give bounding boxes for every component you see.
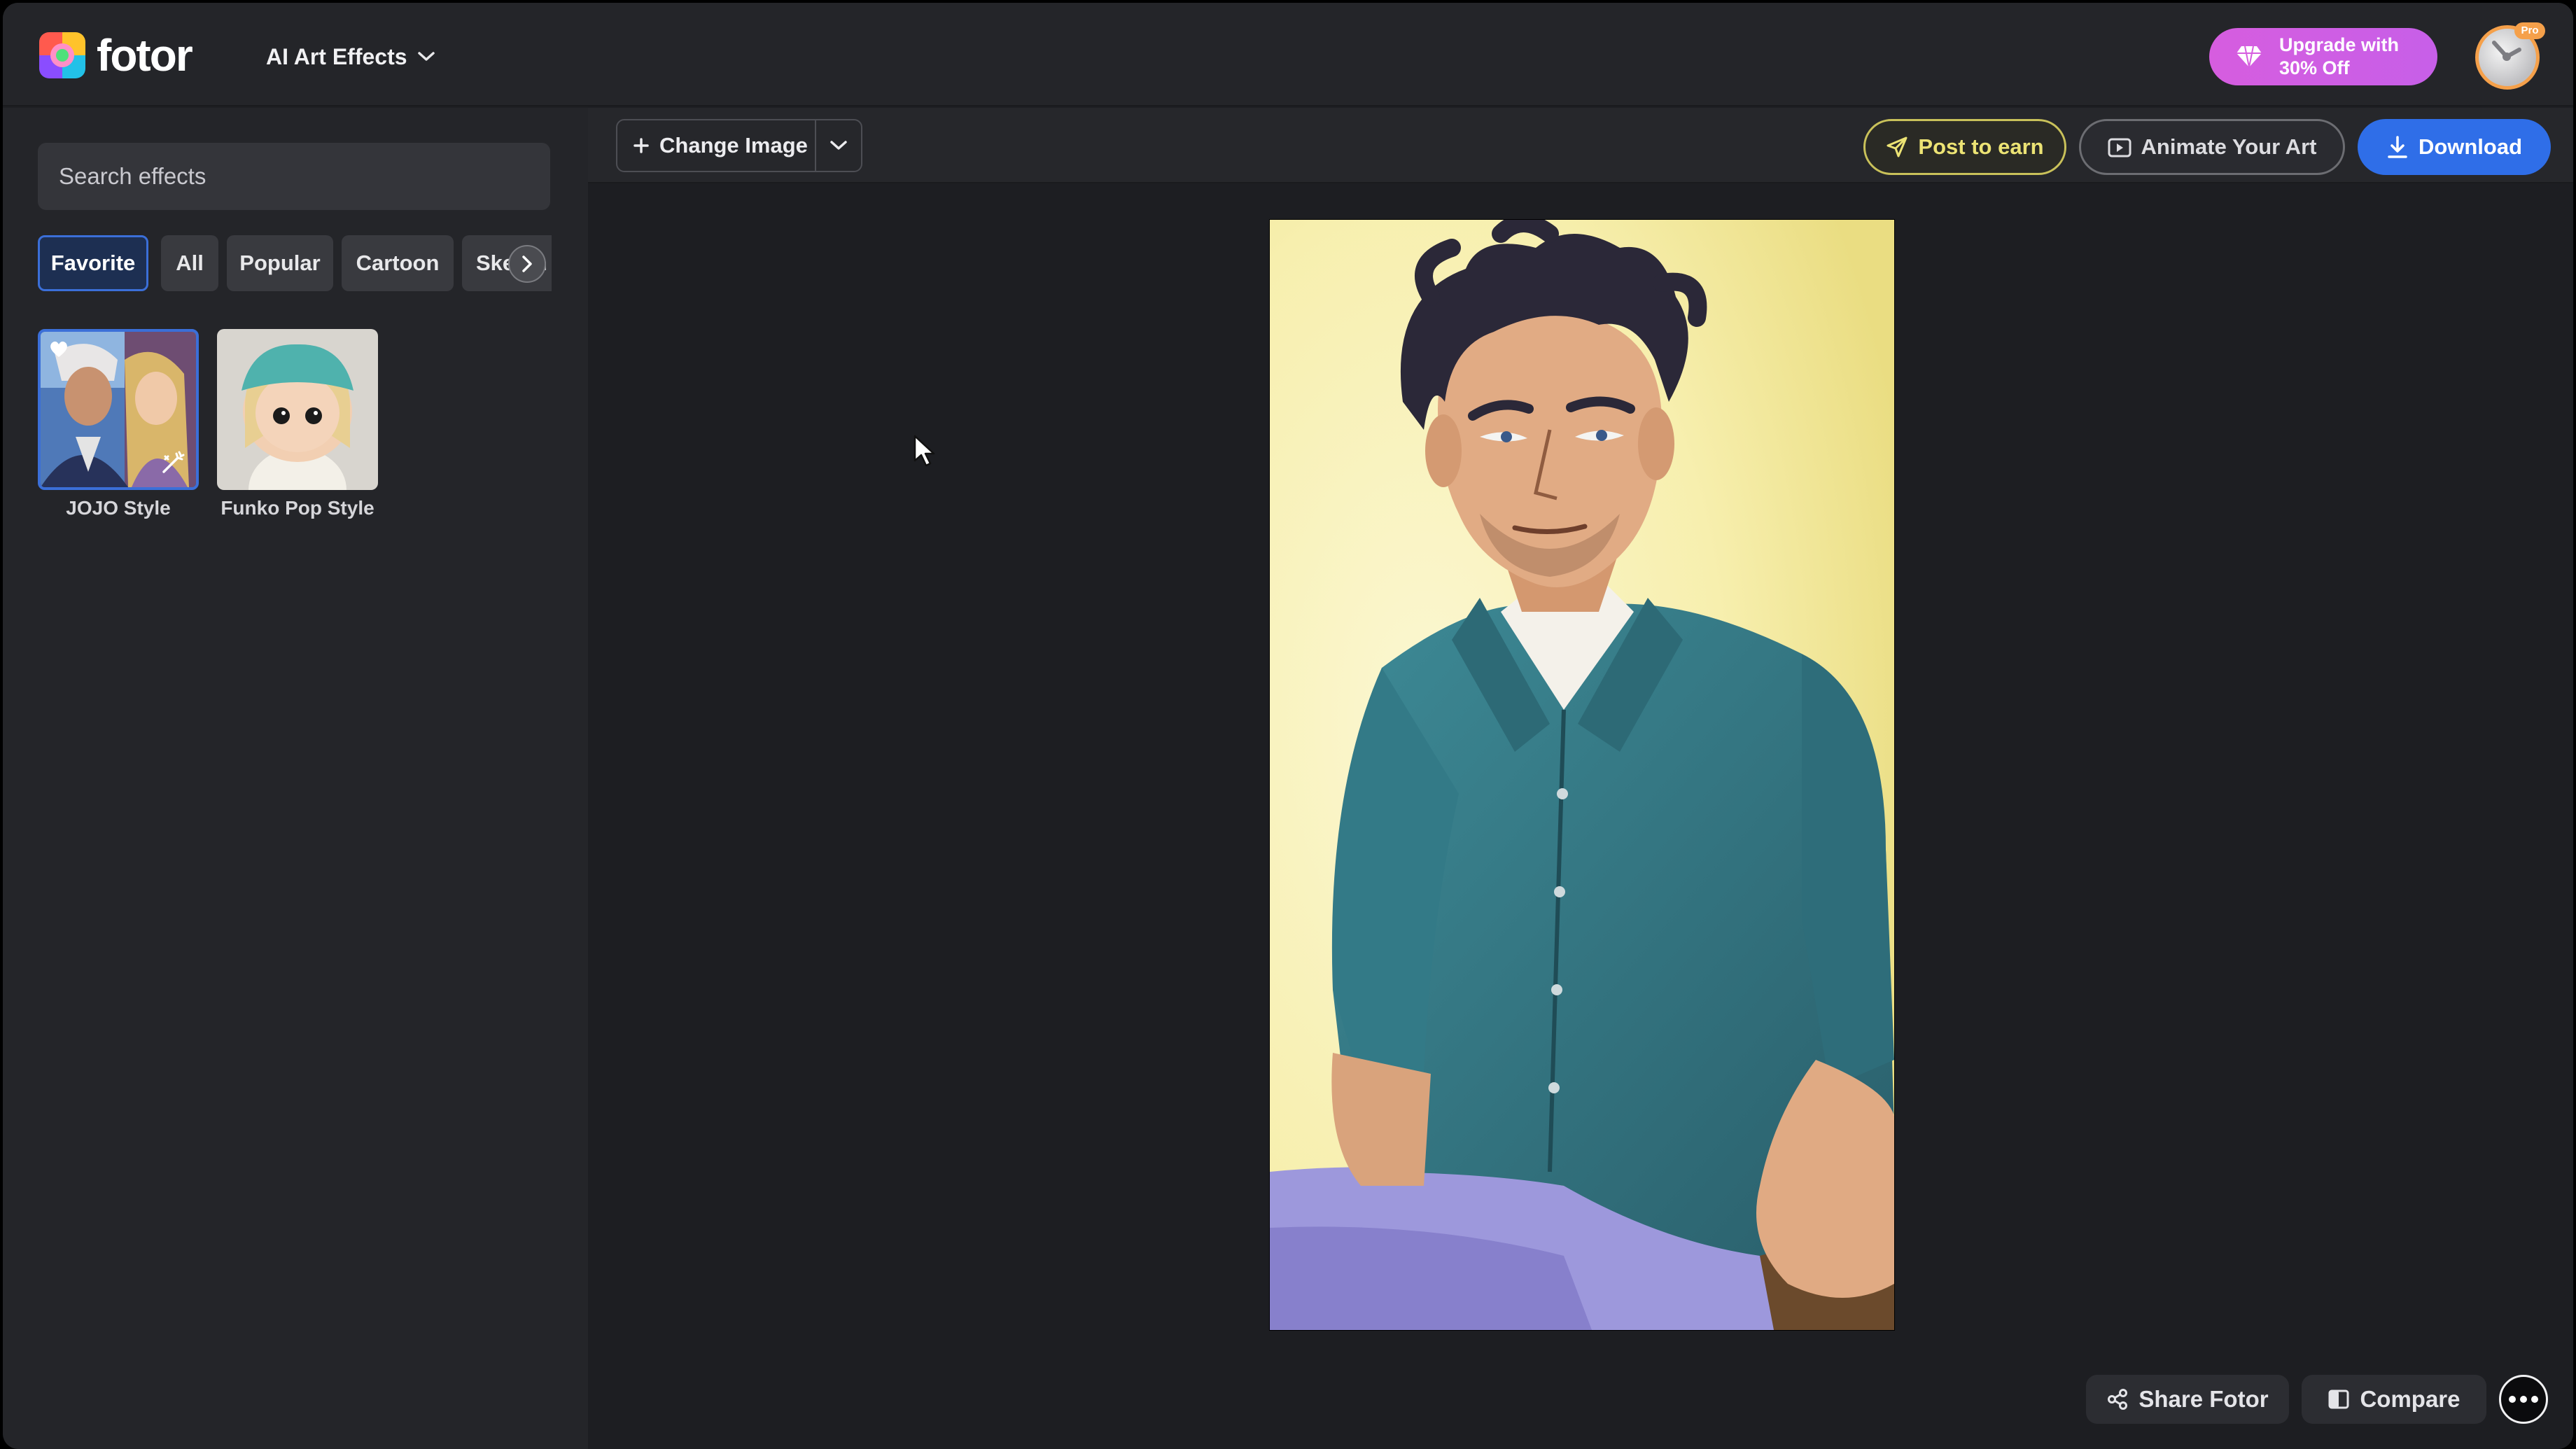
chevron-down-icon <box>417 52 435 61</box>
plus-icon <box>634 138 649 153</box>
upgrade-text: Upgrade with 30% Off <box>2279 34 2399 80</box>
animate-label: Animate Your Art <box>2141 134 2317 159</box>
editor-toolbar: Change Image Post to earn Animate Your A… <box>588 108 2573 183</box>
tab-all[interactable]: All <box>161 235 218 291</box>
effect-name: JOJO Style <box>66 497 171 519</box>
effect-thumbnail <box>217 329 378 490</box>
generated-artwork <box>1270 220 1894 1330</box>
category-tabs: Favorite All Popular Cartoon Sketch <box>38 235 552 291</box>
compare-label: Compare <box>2360 1386 2460 1412</box>
change-image-label: Change Image <box>659 133 808 158</box>
pro-badge: Pro <box>2514 22 2545 39</box>
more-options-button[interactable] <box>2499 1375 2548 1424</box>
upgrade-button[interactable]: Upgrade with 30% Off <box>2209 28 2437 85</box>
heart-icon <box>50 341 67 357</box>
tab-cartoon[interactable]: Cartoon <box>342 235 454 291</box>
fotor-logo[interactable]: fotor <box>39 30 193 80</box>
mouse-cursor-icon <box>913 435 935 467</box>
send-icon <box>1886 136 1907 158</box>
upgrade-line-2: 30% Off <box>2279 57 2350 78</box>
change-image-button[interactable]: Change Image <box>617 120 815 171</box>
share-label: Share Fotor <box>2138 1386 2269 1412</box>
user-avatar[interactable]: Pro <box>2475 22 2545 90</box>
share-icon <box>2108 1389 2128 1410</box>
effect-name: Funko Pop Style <box>220 497 374 519</box>
search-input[interactable] <box>59 163 550 190</box>
post-to-earn-button[interactable]: Post to earn <box>1863 119 2066 175</box>
menu-label: AI Art Effects <box>266 43 407 69</box>
ai-art-effects-menu[interactable]: AI Art Effects <box>266 39 435 74</box>
change-image-dropdown[interactable] <box>816 120 861 171</box>
upgrade-line-1: Upgrade with <box>2279 34 2400 55</box>
effect-jojo-style[interactable]: JOJO Style <box>38 329 199 519</box>
top-bar: fotor AI Art Effects Upgrade with 30% Of… <box>3 3 2573 106</box>
download-label: Download <box>2418 134 2523 159</box>
fotor-logo-icon <box>39 32 85 78</box>
search-box[interactable] <box>38 143 550 210</box>
tabs-next-button[interactable] <box>508 245 546 283</box>
download-button[interactable]: Download <box>2358 119 2551 175</box>
tab-popular[interactable]: Popular <box>227 235 333 291</box>
chevron-right-icon <box>522 255 532 272</box>
logo-text: fotor <box>97 30 193 80</box>
download-icon <box>2388 136 2407 158</box>
app-window: fotor AI Art Effects Upgrade with 30% Of… <box>3 3 2573 1449</box>
chevron-down-icon <box>830 141 847 150</box>
change-image-group: Change Image <box>616 119 862 172</box>
magic-wand-icon <box>162 451 185 473</box>
animate-your-art-button[interactable]: Animate Your Art <box>2079 119 2345 175</box>
effect-thumbnail <box>38 329 199 490</box>
effects-sidebar: Favorite All Popular Cartoon Sketch <box>3 108 588 1449</box>
diamond-icon <box>2236 46 2262 68</box>
more-horizontal-icon <box>2509 1396 2538 1403</box>
share-fotor-button[interactable]: Share Fotor <box>2086 1375 2289 1424</box>
video-play-icon <box>2108 138 2132 158</box>
tab-favorite[interactable]: Favorite <box>38 235 148 291</box>
effect-funko-pop-style[interactable]: Funko Pop Style <box>217 329 378 519</box>
jojo-style-portrait <box>1270 220 1894 1330</box>
compare-icon <box>2328 1390 2349 1409</box>
compare-button[interactable]: Compare <box>2302 1375 2486 1424</box>
funko-thumbnail-image <box>217 329 378 490</box>
post-to-earn-label: Post to earn <box>1918 134 2044 159</box>
canvas-area: Share Fotor Compare <box>588 185 2573 1449</box>
